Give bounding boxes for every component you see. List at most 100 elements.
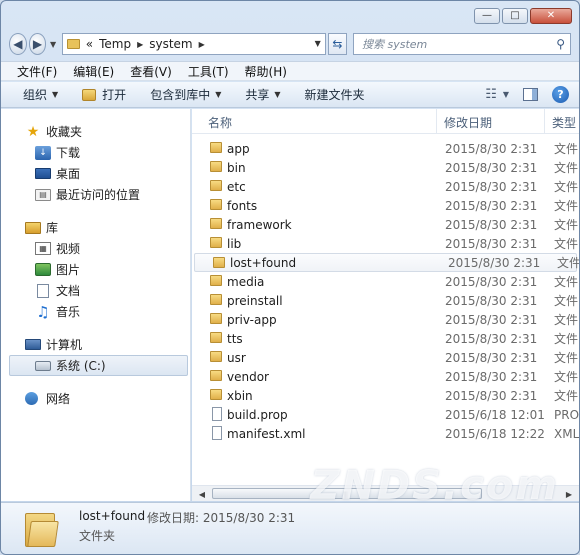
column-divider[interactable] bbox=[436, 109, 437, 134]
sidebar-item-music[interactable]: ♫ 音乐 bbox=[1, 301, 190, 322]
sidebar-item-pictures[interactable]: 图片 bbox=[1, 259, 190, 280]
folder-icon bbox=[210, 294, 222, 305]
menu-edit[interactable]: 编辑(E) bbox=[73, 63, 114, 80]
file-type: 文件 bbox=[557, 256, 579, 270]
table-row[interactable]: manifest.xml 2015/6/18 12:22 XML bbox=[192, 424, 579, 443]
search-icon[interactable]: ⚲ bbox=[556, 37, 565, 51]
sidebar-item-network[interactable]: 网络 bbox=[1, 388, 190, 409]
folder-icon bbox=[66, 39, 80, 49]
chevron-down-icon: ▼ bbox=[52, 90, 59, 99]
favorites-group: ★ 收藏夹 ↓ 下载 桌面 ▤ 最近访问的位置 bbox=[1, 121, 190, 205]
close-button[interactable]: ✕ bbox=[530, 8, 572, 24]
table-row[interactable]: xbin 2015/8/30 2:31 文件 bbox=[192, 386, 579, 405]
table-row[interactable]: media 2015/8/30 2:31 文件 bbox=[192, 272, 579, 291]
table-row[interactable]: bin 2015/8/30 2:31 文件 bbox=[192, 158, 579, 177]
file-type: 文件 bbox=[554, 332, 579, 346]
file-date: 2015/8/30 2:31 bbox=[445, 160, 538, 175]
recent-pages-dropdown[interactable]: ▼ bbox=[48, 40, 57, 49]
table-row[interactable]: lib 2015/8/30 2:31 文件 bbox=[192, 234, 579, 253]
table-row[interactable]: lost+found 2015/8/30 2:31 文件 bbox=[194, 253, 579, 272]
computer-group: 计算机 系统 (C:) bbox=[1, 334, 190, 376]
table-row[interactable]: fonts 2015/8/30 2:31 文件 bbox=[192, 196, 579, 215]
address-bar[interactable]: « Temp ▶ system ▶ ▼ bbox=[61, 33, 326, 55]
back-arrow-icon: ◀ bbox=[13, 37, 23, 51]
sidebar-item-videos[interactable]: ▦ 视频 bbox=[1, 238, 190, 259]
file-name: framework bbox=[227, 217, 292, 232]
file-date: 2015/8/30 2:31 bbox=[445, 217, 538, 232]
help-icon[interactable]: ? bbox=[552, 86, 569, 103]
breadcrumb-temp[interactable]: Temp bbox=[99, 37, 131, 51]
organize-button[interactable]: 组织 ▼ bbox=[23, 86, 58, 103]
address-dropdown-icon[interactable]: ▼ bbox=[315, 39, 321, 48]
network-icon bbox=[25, 392, 38, 405]
file-type: 文件 bbox=[554, 294, 579, 308]
address-overflow[interactable]: « bbox=[86, 37, 93, 51]
refresh-button[interactable]: ⇆ bbox=[327, 33, 347, 55]
table-row[interactable]: build.prop 2015/6/18 12:01 PRO bbox=[192, 405, 579, 424]
folder-icon bbox=[210, 237, 222, 248]
sidebar-item-downloads[interactable]: ↓ 下载 bbox=[1, 142, 190, 163]
column-header-date[interactable]: 修改日期 bbox=[444, 114, 492, 131]
sidebar-label: 音乐 bbox=[56, 305, 81, 319]
sidebar-item-computer[interactable]: 计算机 bbox=[1, 334, 190, 355]
sidebar-item-libraries[interactable]: 库 bbox=[1, 217, 190, 238]
sidebar-label: 文档 bbox=[56, 284, 81, 298]
menu-view[interactable]: 查看(V) bbox=[130, 63, 172, 80]
include-in-library-button[interactable]: 包含到库中 ▼ bbox=[150, 86, 221, 103]
file-name: vendor bbox=[227, 369, 269, 384]
sidebar-item-recent-places[interactable]: ▤ 最近访问的位置 bbox=[1, 184, 190, 205]
file-name: fonts bbox=[227, 198, 258, 213]
open-button[interactable]: 打开 bbox=[82, 86, 126, 103]
sidebar-item-documents[interactable]: 文档 bbox=[1, 280, 190, 301]
table-row[interactable]: tts 2015/8/30 2:31 文件 bbox=[192, 329, 579, 348]
include-library-label: 包含到库中 bbox=[150, 88, 211, 102]
scroll-right-icon[interactable]: ▶ bbox=[561, 487, 577, 501]
preview-pane-icon[interactable] bbox=[523, 88, 538, 101]
table-row[interactable]: usr 2015/8/30 2:31 文件 bbox=[192, 348, 579, 367]
column-header-type[interactable]: 类型 bbox=[552, 114, 576, 131]
table-row[interactable]: app 2015/8/30 2:31 文件 bbox=[192, 139, 579, 158]
share-button[interactable]: 共享 ▼ bbox=[245, 86, 280, 103]
sidebar-item-favorites[interactable]: ★ 收藏夹 bbox=[1, 121, 190, 142]
file-name: lib bbox=[227, 236, 242, 251]
document-icon bbox=[37, 283, 49, 298]
file-rows: app 2015/8/30 2:31 文件 bin 2015/8/30 2:31 文件 et… bbox=[192, 139, 579, 443]
table-row[interactable]: framework 2015/8/30 2:31 文件 bbox=[192, 215, 579, 234]
file-type: 文件 bbox=[554, 180, 579, 194]
navigation-pane: ★ 收藏夹 ↓ 下载 桌面 ▤ 最近访问的位置 库 ▦ 视频 图片 文档 ♫ 音… bbox=[1, 109, 191, 501]
table-row[interactable]: vendor 2015/8/30 2:31 文件 bbox=[192, 367, 579, 386]
sidebar-item-desktop[interactable]: 桌面 bbox=[1, 163, 190, 184]
breadcrumb-system[interactable]: system bbox=[149, 37, 192, 51]
table-row[interactable]: priv-app 2015/8/30 2:31 文件 bbox=[192, 310, 579, 329]
new-folder-button[interactable]: 新建文件夹 bbox=[305, 86, 365, 103]
forward-button[interactable]: ▶ bbox=[28, 33, 47, 55]
breadcrumb-chevron-icon[interactable]: ▶ bbox=[137, 40, 143, 49]
menu-file[interactable]: 文件(F) bbox=[17, 63, 57, 80]
sidebar-item-system-drive[interactable]: 系统 (C:) bbox=[9, 355, 188, 376]
file-date: 2015/8/30 2:31 bbox=[445, 293, 538, 308]
table-row[interactable]: preinstall 2015/8/30 2:31 文件 bbox=[192, 291, 579, 310]
column-header-name[interactable]: 名称 bbox=[208, 114, 232, 131]
folder-icon bbox=[210, 142, 222, 153]
minimize-button[interactable]: — bbox=[474, 8, 500, 24]
scroll-left-icon[interactable]: ◀ bbox=[194, 487, 210, 501]
share-label: 共享 bbox=[245, 88, 270, 102]
file-type: 文件 bbox=[554, 218, 579, 232]
file-type: 文件 bbox=[554, 370, 579, 384]
breadcrumb-chevron-icon[interactable]: ▶ bbox=[199, 40, 205, 49]
change-view-button[interactable]: ☷ ▼ bbox=[485, 87, 509, 102]
file-type: 文件 bbox=[554, 142, 579, 156]
new-folder-label: 新建文件夹 bbox=[304, 88, 365, 102]
sidebar-label: 网络 bbox=[46, 392, 71, 406]
menu-help[interactable]: 帮助(H) bbox=[245, 63, 287, 80]
sidebar-label: 下载 bbox=[56, 146, 81, 160]
back-button[interactable]: ◀ bbox=[9, 33, 27, 55]
sidebar-label: 桌面 bbox=[56, 167, 81, 181]
file-date: 2015/8/30 2:31 bbox=[445, 236, 538, 251]
table-row[interactable]: etc 2015/8/30 2:31 文件 bbox=[192, 177, 579, 196]
menu-tools[interactable]: 工具(T) bbox=[188, 63, 229, 80]
search-input[interactable]: 搜索 system ⚲ bbox=[353, 33, 571, 55]
maximize-button[interactable]: □ bbox=[502, 8, 528, 24]
folder-icon bbox=[23, 507, 59, 549]
column-divider[interactable] bbox=[544, 109, 545, 134]
